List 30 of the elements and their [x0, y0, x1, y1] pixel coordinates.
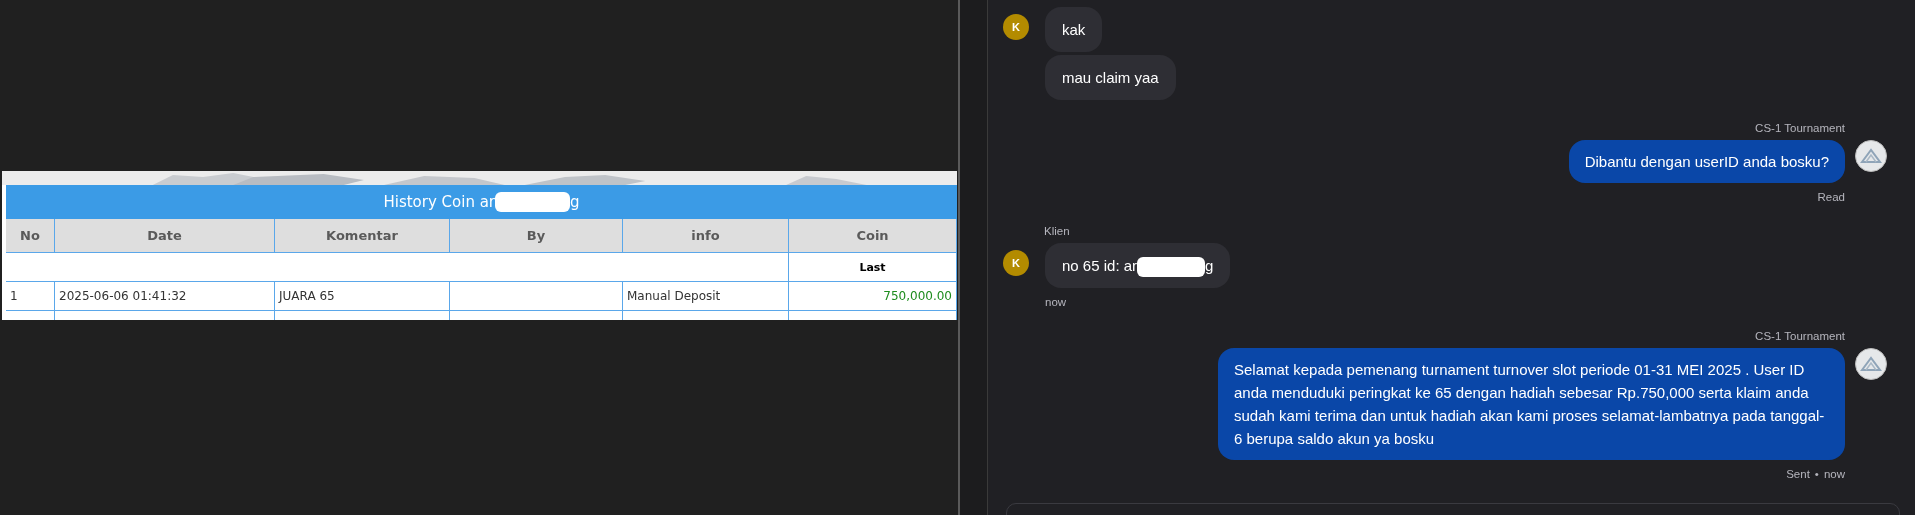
- column-subheader: Last: [789, 253, 957, 282]
- avatar: [1855, 348, 1887, 381]
- message-status: Sent: [1786, 468, 1810, 481]
- column-header: By: [450, 219, 623, 253]
- table-cell: JUARA 65: [275, 282, 450, 311]
- message-bubble: Selamat kepada pemenang turnament turnover slot periode 01-31 MEI 2025 . User ID anda menduduki peringkat ke 65 dengan hadiah sebesar Rp.750,000 serta klaim anda sudah kami terima dan untuk hadiah akan kami proses selamat-lambatnya pada tanggal- 6 berupa saldo akun ya bosku: [1218, 348, 1845, 461]
- column-header: No: [6, 219, 55, 253]
- column-header: Coin: [789, 219, 957, 253]
- avatar: [1855, 140, 1887, 172]
- sender-name: CS-1 Tournament: [1755, 330, 1845, 343]
- column-header: info: [623, 219, 789, 253]
- message-bubble: mau claim yaa: [1045, 55, 1176, 100]
- table-cell: 2025-06-06 01:41:32: [55, 282, 275, 311]
- message-bubble: kak: [1045, 7, 1103, 52]
- message-time: now: [1823, 468, 1845, 481]
- column-header: Date: [55, 219, 275, 253]
- message-bubble: no 65 id: ar g: [1045, 243, 1231, 289]
- avatar: K: [1003, 250, 1029, 276]
- message-bubble: Dibantu dengan userID anda bosku?: [1568, 140, 1845, 183]
- table-title: History Coin ar g: [6, 185, 957, 219]
- table-cell: 1: [6, 282, 55, 311]
- table-cell: Manual Deposit: [623, 282, 789, 311]
- sender-name: CS-1 Tournament: [1755, 122, 1845, 134]
- table-cell: 750,000.00: [789, 282, 957, 311]
- message-time: now: [1045, 296, 1067, 309]
- avatar: K: [1003, 14, 1029, 40]
- separator-dot: •: [1814, 468, 1819, 481]
- sender-name: Klien: [1044, 225, 1071, 237]
- message-status: Read: [1817, 191, 1845, 203]
- column-header: Komentar: [275, 219, 450, 253]
